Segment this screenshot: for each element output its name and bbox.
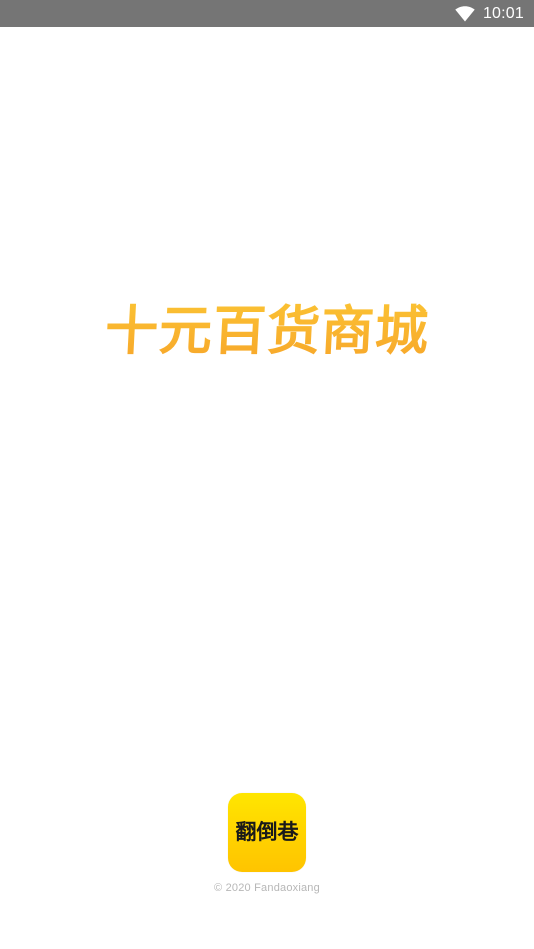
wifi-icon (455, 5, 475, 21)
status-indicators: 10:01 (455, 0, 524, 27)
splash-screen: 10:01 十元百货商城 翻倒巷 © 2020 Fandaoxiang (0, 0, 534, 949)
splash-title-area: 十元百货商城 (0, 300, 534, 364)
status-time: 10:01 (482, 5, 524, 22)
app-logo-text: 翻倒巷 (235, 820, 299, 844)
splash-title: 十元百货商城 (103, 301, 431, 362)
status-bar: 10:01 (0, 0, 534, 27)
copyright-text: © 2020 Fandaoxiang (214, 882, 320, 894)
app-logo: 翻倒巷 (228, 793, 306, 872)
